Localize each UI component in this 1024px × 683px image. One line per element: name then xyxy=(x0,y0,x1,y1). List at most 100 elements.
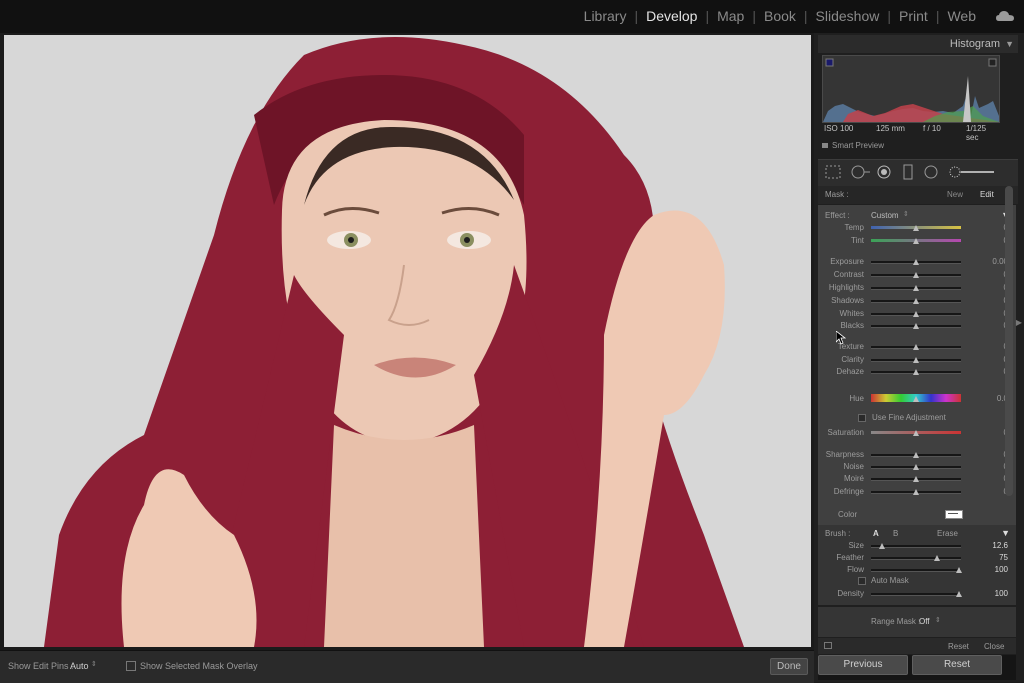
highlight-clip-icon[interactable] xyxy=(988,58,997,67)
shutter-speed: 1/125 sec xyxy=(966,124,987,142)
slider-label: Defringe xyxy=(833,487,864,496)
module-book[interactable]: Book xyxy=(756,8,804,24)
brush-erase-button[interactable]: Erase xyxy=(937,529,958,538)
radial-filter-icon[interactable] xyxy=(924,165,938,179)
module-library[interactable]: Library xyxy=(576,8,635,24)
color-label: Color xyxy=(838,510,858,519)
panel-footer: Reset Close xyxy=(818,638,1016,654)
adjustment-brush-icon[interactable] xyxy=(949,166,961,178)
brush-label: Brush : xyxy=(825,529,851,538)
brush-slider-track[interactable] xyxy=(871,569,961,572)
brush-slider-value[interactable]: 12.6 xyxy=(992,541,1008,550)
updown-icon: ⇕ xyxy=(91,661,97,668)
brush-slider-label: Size xyxy=(848,541,864,550)
brush-a-button[interactable]: A xyxy=(873,529,879,538)
collapse-triangle-icon[interactable]: ▼ xyxy=(1005,39,1014,49)
mask-overlay-label: Show Selected Mask Overlay xyxy=(140,661,258,671)
brush-slider-thumb[interactable] xyxy=(956,567,962,573)
smart-preview-label: Smart Preview xyxy=(832,141,885,150)
brush-slider-thumb[interactable] xyxy=(934,555,940,561)
smart-preview: Smart Preview xyxy=(822,141,884,150)
slider-thumb[interactable] xyxy=(913,464,919,470)
updown-icon: ⇕ xyxy=(935,617,941,624)
previous-button[interactable]: Previous xyxy=(818,655,908,675)
module-slideshow[interactable]: Slideshow xyxy=(808,8,888,24)
brush-slider-label: Flow xyxy=(847,565,864,574)
edit-pins-select[interactable]: Auto xyxy=(70,661,89,671)
panel-close-button[interactable]: Close xyxy=(984,642,1004,651)
shadow-clip-icon[interactable] xyxy=(825,58,834,67)
collapse-triangle-icon[interactable]: ▼ xyxy=(1001,528,1010,538)
auto-mask-checkbox[interactable] xyxy=(858,577,866,585)
brush-slider-value[interactable]: 100 xyxy=(995,565,1008,574)
panel-expand-arrow-icon[interactable]: ▶ xyxy=(1016,318,1022,327)
slider-thumb[interactable] xyxy=(913,452,919,458)
panel-switch-icon[interactable] xyxy=(824,642,832,649)
auto-mask-label: Auto Mask xyxy=(871,576,909,585)
spot-removal-icon[interactable] xyxy=(851,165,865,179)
module-print[interactable]: Print xyxy=(891,8,936,24)
module-web[interactable]: Web xyxy=(939,8,984,24)
brush-slider-track[interactable] xyxy=(871,557,961,560)
slider-thumb[interactable] xyxy=(913,311,919,317)
mask-label: Mask : xyxy=(825,190,849,199)
right-panel: Histogram ▼ ISO 100 125 mm f / 10 1/125 … xyxy=(814,33,1024,682)
slider-thumb[interactable] xyxy=(913,369,919,375)
effect-preset-select[interactable]: Custom xyxy=(871,211,899,220)
histogram-chart xyxy=(823,58,999,122)
module-develop[interactable]: Develop xyxy=(638,8,705,24)
graduated-filter-icon[interactable] xyxy=(903,164,913,180)
slider-label: Highlights xyxy=(828,283,864,292)
slider-thumb[interactable] xyxy=(913,396,919,402)
slider-label: Noise xyxy=(843,462,864,471)
slider-thumb[interactable] xyxy=(913,344,919,350)
slider-thumb[interactable] xyxy=(913,259,919,265)
histogram-header[interactable]: Histogram ▼ xyxy=(818,35,1018,53)
brush-slider-value[interactable]: 75 xyxy=(999,553,1008,562)
done-button[interactable]: Done xyxy=(770,658,808,675)
cloud-icon[interactable] xyxy=(996,11,1014,21)
range-mask-select[interactable]: Off xyxy=(919,617,930,626)
mask-new-button[interactable]: New xyxy=(947,190,963,199)
aperture: f / 10 xyxy=(923,124,941,133)
slider-thumb[interactable] xyxy=(913,272,919,278)
slider-label: Temp xyxy=(844,223,864,232)
fine-adjust-checkbox[interactable] xyxy=(858,414,866,422)
effect-label: Effect : xyxy=(825,211,850,220)
slider-thumb[interactable] xyxy=(913,357,919,363)
brush-slider-track[interactable] xyxy=(871,593,961,596)
slider-thumb[interactable] xyxy=(913,238,919,244)
portrait-photo xyxy=(4,35,811,647)
slider-thumb[interactable] xyxy=(913,489,919,495)
brush-slider-value[interactable]: 100 xyxy=(995,589,1008,598)
photo-canvas[interactable] xyxy=(0,33,814,650)
panel-scrollbar[interactable] xyxy=(1005,186,1013,496)
slider-thumb[interactable] xyxy=(913,430,919,436)
module-picker: Library | Develop | Map | Book | Slideshow | … xyxy=(576,8,984,24)
fine-adjust-label: Use Fine Adjustment xyxy=(872,413,946,422)
slider-thumb[interactable] xyxy=(913,225,919,231)
mask-edit-button[interactable]: Edit xyxy=(980,190,994,199)
brush-b-button[interactable]: B xyxy=(893,529,898,538)
mask-overlay-checkbox[interactable] xyxy=(126,661,136,671)
portrait-illustration xyxy=(4,35,811,647)
slider-thumb[interactable] xyxy=(913,285,919,291)
slider-thumb[interactable] xyxy=(913,298,919,304)
reset-button[interactable]: Reset xyxy=(912,655,1002,675)
focal-length: 125 mm xyxy=(876,124,905,133)
panel-reset-button[interactable]: Reset xyxy=(948,642,969,651)
slider-label: Saturation xyxy=(827,428,864,437)
crop-tool-icon[interactable] xyxy=(825,165,841,179)
brush-slider-label: Density xyxy=(837,589,864,598)
range-mask-label: Range Mask : xyxy=(871,617,921,626)
histogram-title: Histogram xyxy=(949,38,1000,50)
slider-thumb[interactable] xyxy=(913,476,919,482)
slider-label: Moiré xyxy=(843,474,864,483)
slider-thumb[interactable] xyxy=(913,323,919,329)
histogram-graph xyxy=(822,55,1000,123)
brush-slider-thumb[interactable] xyxy=(878,543,885,549)
color-swatch[interactable] xyxy=(945,510,963,519)
brush-slider-thumb[interactable] xyxy=(956,591,962,597)
module-map[interactable]: Map xyxy=(709,8,752,24)
slider-label: Sharpness xyxy=(825,450,864,459)
